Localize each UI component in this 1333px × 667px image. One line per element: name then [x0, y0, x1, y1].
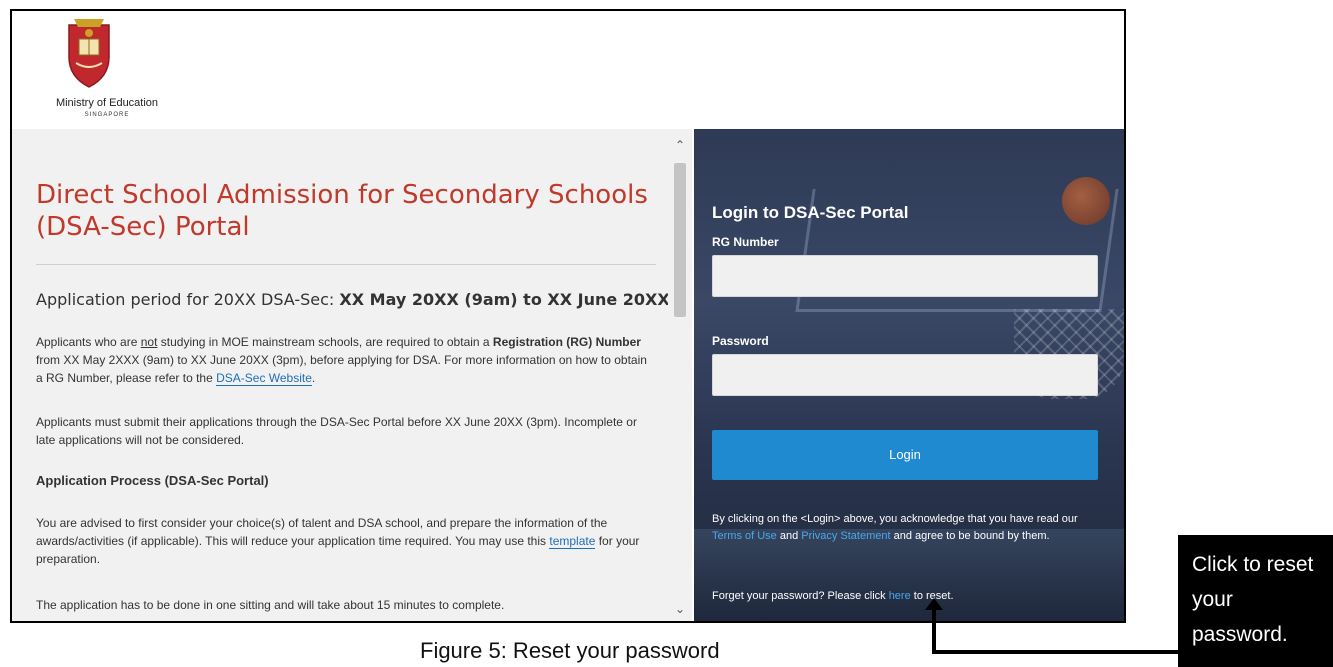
p1-not: not — [140, 335, 158, 349]
scroll-up-icon[interactable]: ⌃ — [673, 139, 687, 151]
dsa-sec-website-link[interactable]: DSA-Sec Website — [216, 371, 312, 386]
forgot-text-a: Forget your password? Please click — [712, 590, 889, 602]
header: Ministry of Education SINGAPORE — [12, 11, 1124, 129]
p1-text-b: studying in MOE mainstream schools, are … — [157, 335, 493, 349]
login-button[interactable]: Login — [712, 430, 1098, 480]
privacy-statement-link[interactable]: Privacy Statement — [801, 530, 890, 542]
ack-text-b: and agree to be bound by them. — [890, 530, 1050, 542]
arrow-horizontal — [932, 650, 1181, 654]
arrow-vertical — [932, 606, 936, 654]
info-panel: Direct School Admission for Secondary Sc… — [12, 129, 692, 621]
rg-number-input[interactable] — [712, 255, 1098, 297]
reset-password-link[interactable]: here — [889, 590, 911, 602]
login-panel: Login to DSA-Sec Portal RG Number Passwo… — [694, 129, 1124, 621]
process-heading: Application Process (DSA-Sec Portal) — [36, 473, 269, 488]
p1-text-c: from XX May 2XXX (9am) to XX June 20XX (… — [36, 353, 647, 385]
p1-text-end: . — [311, 371, 316, 385]
browser-frame: Ministry of Education SINGAPORE Direct S… — [10, 9, 1126, 623]
ministry-name: Ministry of Education SINGAPORE — [32, 97, 182, 121]
period-prefix: Application period for 20XX DSA-Sec: — [36, 290, 340, 309]
page-title: Direct School Admission for Secondary Sc… — [36, 180, 648, 242]
rg-number-label: RG Number — [712, 235, 779, 249]
ack-text-a: By clicking on the <Login> above, you ac… — [712, 513, 1078, 525]
application-period: Application period for 20XX DSA-Sec: XX … — [36, 290, 692, 309]
scrollbar-thumb[interactable] — [674, 163, 686, 317]
scroll-down-icon[interactable]: ⌄ — [673, 603, 687, 615]
p3-text-a: You are advised to first consider your c… — [36, 516, 608, 548]
p1-text-a: Applicants who are — [36, 335, 141, 349]
ministry-name-text: Ministry of Education — [55, 97, 159, 109]
p1-rg-number: Registration (RG) Number — [492, 335, 641, 349]
login-title: Login to DSA-Sec Portal — [712, 203, 909, 222]
forgot-password-text: Forget your password? Please click here … — [712, 590, 954, 602]
country-text: SINGAPORE — [84, 112, 130, 118]
submission-paragraph: Applicants must submit their application… — [36, 415, 637, 447]
preparation-paragraph: You are advised to first consider your c… — [36, 514, 656, 568]
title-divider — [36, 264, 656, 265]
moe-crest-logo — [68, 19, 110, 88]
scrollbar[interactable]: ⌃ ⌄ — [668, 129, 692, 621]
password-input[interactable] — [712, 354, 1098, 396]
password-label: Password — [712, 334, 769, 348]
background-basketball — [1062, 177, 1110, 225]
ack-and: and — [776, 530, 802, 542]
period-dates: XX May 20XX (9am) to XX June 20XX (3pm) — [339, 290, 692, 309]
terms-of-use-link[interactable]: Terms of Use — [712, 530, 777, 542]
callout-box: Click to reset your password. — [1178, 535, 1333, 667]
template-link[interactable]: template — [549, 534, 596, 549]
acknowledgement-text: By clicking on the <Login> above, you ac… — [712, 511, 1102, 545]
duration-paragraph: The application has to be done in one si… — [36, 598, 505, 612]
rg-info-paragraph: Applicants who are not studying in MOE m… — [36, 333, 656, 387]
figure-caption: Figure 5: Reset your password — [420, 638, 720, 663]
